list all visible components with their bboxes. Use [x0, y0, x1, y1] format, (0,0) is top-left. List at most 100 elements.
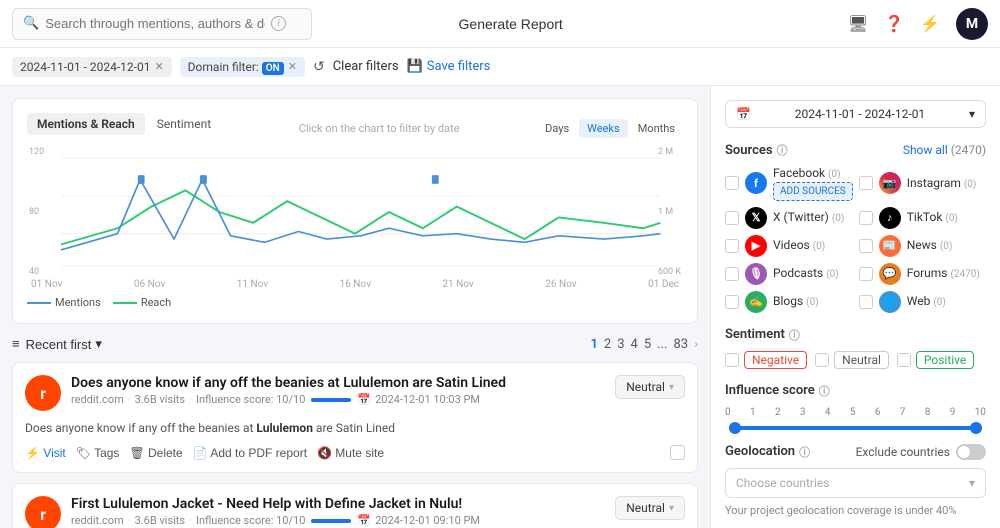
twitter-label: X (Twitter) (0) — [773, 210, 844, 226]
source-facebook-check[interactable] — [725, 176, 739, 190]
sources-grid: f Facebook (0) ADD SOURCES 📷 Instagram (… — [725, 166, 986, 313]
date-chevron-icon: ▾ — [969, 107, 975, 121]
refresh-icon[interactable]: ↺ — [313, 59, 325, 75]
source-blogs-check[interactable] — [725, 295, 739, 309]
slider-handle-min[interactable] — [729, 422, 741, 434]
mention-card: r Does anyone know if any off the beanie… — [12, 362, 698, 473]
podcasts-icon: 🎙 — [745, 263, 767, 285]
page-dots: ... — [657, 337, 667, 352]
sort-button[interactable]: Recent first ▾ — [26, 336, 102, 352]
influence-info-icon[interactable]: ⓘ — [819, 383, 830, 399]
tags-button[interactable]: 🏷 Tags — [76, 446, 120, 460]
clear-filters-button[interactable]: Clear filters — [333, 59, 399, 74]
source-twitter-check[interactable] — [725, 211, 739, 225]
clear-filters-label: Clear filters — [333, 59, 399, 74]
slider-handle-max[interactable] — [970, 422, 982, 434]
page-4[interactable]: 4 — [631, 337, 638, 352]
bolt-icon[interactable]: ⚡ — [920, 14, 940, 33]
exclude-toggle[interactable] — [956, 444, 986, 460]
slider-labels: 012345678910 — [725, 407, 986, 418]
mention-title[interactable]: First Lululemon Jacket - Need Help with … — [71, 496, 605, 512]
slider-track[interactable] — [729, 426, 982, 430]
mention-source: reddit.com — [71, 514, 124, 527]
save-filters-button[interactable]: 💾 Save filters — [407, 59, 491, 74]
date-filter-close[interactable]: ✕ — [154, 60, 163, 73]
monitor-icon[interactable]: 🖥 — [848, 14, 868, 33]
chart-tabs: Mentions & Reach Sentiment — [27, 113, 221, 135]
domain-filter-label: Domain filter: ON — [188, 60, 284, 74]
domain-filter-tag[interactable]: Domain filter: ON ✕ — [180, 57, 305, 77]
visit-button[interactable]: ⚡ Visit — [25, 446, 66, 460]
mention-checkbox[interactable] — [670, 445, 685, 460]
page-next[interactable]: › — [694, 337, 698, 352]
generate-report-button[interactable]: Generate Report — [459, 16, 563, 32]
mention-date: 2024-12-01 09:10 PM — [375, 514, 480, 527]
page-last[interactable]: 83 — [673, 337, 688, 352]
delete-button[interactable]: 🗑 Delete — [129, 446, 182, 460]
avatar[interactable]: M — [956, 8, 988, 40]
toggle-knob — [958, 446, 970, 458]
show-all-sources[interactable]: Show all (2470) — [903, 143, 986, 157]
add-sources-button[interactable]: ADD SOURCES — [773, 182, 853, 201]
sentiment-positive[interactable]: Positive — [897, 351, 974, 369]
page-1[interactable]: 1 — [590, 337, 597, 352]
source-videos-check[interactable] — [725, 239, 739, 253]
sentiment-info-icon[interactable]: ⓘ — [789, 327, 800, 343]
source-instagram: 📷 Instagram (0) — [859, 166, 986, 201]
sort-bar: ≡ Recent first ▾ 1 2 3 4 5 ... 83 › — [12, 336, 698, 352]
page-3[interactable]: 3 — [617, 337, 624, 352]
search-info-icon[interactable]: i — [271, 16, 286, 31]
instagram-icon: 📷 — [879, 172, 901, 194]
filter-bar: 2024-11-01 - 2024-12-01 ✕ Domain filter:… — [0, 48, 1000, 86]
source-tiktok-check[interactable] — [859, 211, 873, 225]
mention-meta: reddit.com · 3.6B visits · Influence sco… — [71, 393, 605, 406]
sources-section-title: Sources ⓘ Show all (2470) — [725, 142, 986, 158]
tab-sentiment[interactable]: Sentiment — [147, 113, 221, 135]
date-range-label: 2024-11-01 - 2024-12-01 — [795, 107, 925, 121]
avatar: r — [25, 496, 61, 528]
negative-check[interactable] — [725, 353, 739, 367]
source-facebook: f Facebook (0) ADD SOURCES — [725, 166, 853, 201]
tab-mentions-reach[interactable]: Mentions & Reach — [27, 113, 145, 135]
mention-source: reddit.com — [71, 393, 124, 406]
ctrl-weeks[interactable]: Weeks — [579, 119, 628, 138]
help-icon[interactable]: ❓ — [884, 14, 904, 33]
page-5[interactable]: 5 — [644, 337, 651, 352]
country-select[interactable]: Choose countries ▾ — [725, 468, 986, 498]
sentiment-neutral[interactable]: Neutral — [815, 351, 889, 369]
blogs-label: Blogs (0) — [773, 294, 819, 310]
neutral-check[interactable] — [815, 353, 829, 367]
page-2[interactable]: 2 — [604, 337, 611, 352]
sentiment-badge[interactable]: Neutral ▾ — [615, 375, 685, 399]
ctrl-days[interactable]: Days — [537, 119, 577, 138]
sources-info-icon[interactable]: ⓘ — [777, 142, 788, 158]
date-range-filter[interactable]: 📅 2024-11-01 - 2024-12-01 ▾ — [725, 100, 986, 128]
mentions-line-legend — [27, 302, 51, 304]
domain-filter-close[interactable]: ✕ — [288, 60, 297, 73]
positive-check[interactable] — [897, 353, 911, 367]
search-input[interactable] — [45, 16, 265, 31]
chart-legend: Mentions Reach — [27, 296, 683, 309]
sort-chevron: ▾ — [95, 336, 102, 352]
right-panel: 📅 2024-11-01 - 2024-12-01 ▾ Sources ⓘ Sh… — [710, 86, 1000, 528]
web-icon: 🌐 — [879, 291, 901, 313]
source-forums-check[interactable] — [859, 267, 873, 281]
sentiment-options: Negative Neutral Positive — [725, 351, 986, 369]
source-tiktok: ♪ TikTok (0) — [859, 207, 986, 229]
sentiment-badge[interactable]: Neutral ▾ — [615, 496, 685, 520]
add-to-pdf-button[interactable]: 📄 Add to PDF report — [193, 446, 307, 460]
source-web-check[interactable] — [859, 295, 873, 309]
mention-title[interactable]: Does anyone know if any off the beanies … — [71, 375, 605, 391]
source-podcasts-check[interactable] — [725, 267, 739, 281]
search-box[interactable]: 🔍 i — [12, 8, 312, 40]
ctrl-months[interactable]: Months — [630, 119, 683, 138]
geo-info-icon[interactable]: ⓘ — [799, 444, 810, 460]
mention-visits: 3.6B visits — [135, 393, 185, 406]
videos-icon: ▶ — [745, 235, 767, 257]
sentiment-negative[interactable]: Negative — [725, 351, 807, 369]
source-news-check[interactable] — [859, 239, 873, 253]
date-filter-tag[interactable]: 2024-11-01 - 2024-12-01 ✕ — [12, 57, 172, 77]
source-instagram-check[interactable] — [859, 176, 873, 190]
mute-site-button[interactable]: 🔇 Mute site — [317, 446, 384, 460]
sentiment-section: Sentiment ⓘ Negative Neutral Positive — [725, 327, 986, 369]
